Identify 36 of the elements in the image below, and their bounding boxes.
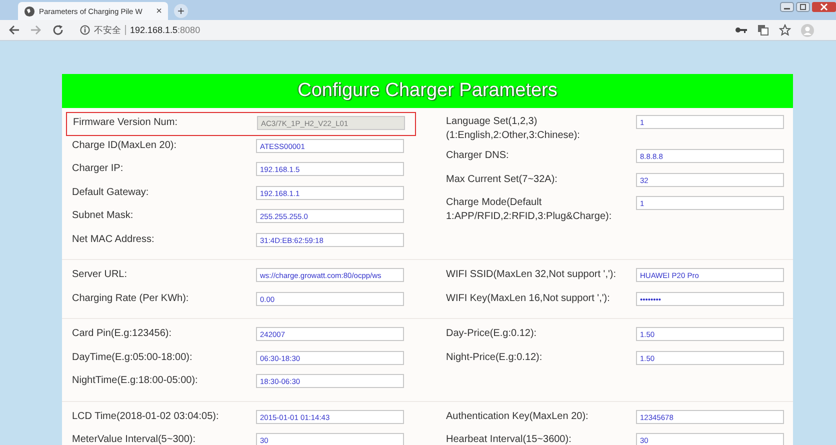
page-title: Configure Charger Parameters [298, 80, 558, 102]
field-label: Firmware Version Num: [73, 116, 178, 130]
close-icon[interactable] [812, 2, 836, 12]
back-icon[interactable] [8, 24, 20, 36]
key-icon[interactable] [735, 26, 747, 34]
security-label: 不安全 [94, 24, 121, 36]
field-label: MeterValue Interval(5~300): [72, 433, 196, 445]
field-label: WIFI Key(MaxLen 16,Not support ','): [446, 292, 611, 306]
field-label: Server URL: [72, 268, 128, 282]
field-label: Day-Price(E.g:0.12): [446, 327, 538, 341]
reload-icon[interactable] [52, 24, 64, 36]
field-label: WIFI SSID(MaxLen 32,Not support ','): [446, 268, 617, 282]
field-label: Charging Rate (Per KWh): [72, 292, 190, 306]
field-label: Charge Mode(Default 1:APP/RFID,2:RFID,3:Plug&Charge): [446, 196, 613, 224]
field-label: Card Pin(E.g:123456): [72, 327, 173, 341]
field-label: Net MAC Address: [72, 232, 156, 246]
field-label: Language Set(1,2,3) (1:English,2:Other,3:Chinese): [446, 115, 581, 143]
minimize-icon[interactable] [780, 2, 794, 12]
close-tab-button[interactable]: × [156, 6, 162, 16]
field-label: Night-Price(E.g:0.12): [446, 350, 544, 364]
field-label: LCD Time(2018-01-02 03:04:05): [72, 410, 220, 424]
info-icon [80, 25, 90, 35]
field-label: Max Current Set(7~32A): [446, 172, 558, 186]
new-tab-button[interactable]: + [174, 4, 188, 18]
field-label: Charger IP: [72, 162, 124, 176]
star-icon[interactable] [779, 24, 791, 36]
field-label: NightTime(E.g:18:00-05:00): [72, 374, 199, 388]
field-label: Authentication Key(MaxLen 20): [446, 410, 590, 424]
field-label: Hearbeat Interval(15~3600): [446, 433, 572, 445]
field-label: Charge ID(MaxLen 20): [72, 138, 178, 152]
field-label: Subnet Mask: [72, 209, 134, 223]
field-label: Charger DNS: [446, 149, 510, 163]
url-text: 192.168.1.5:8080 [130, 25, 200, 35]
field-label: Default Gateway: [72, 186, 150, 200]
field-label: DayTime(E.g:05:00-18:00): [72, 350, 194, 364]
maximize-icon[interactable] [796, 2, 810, 12]
